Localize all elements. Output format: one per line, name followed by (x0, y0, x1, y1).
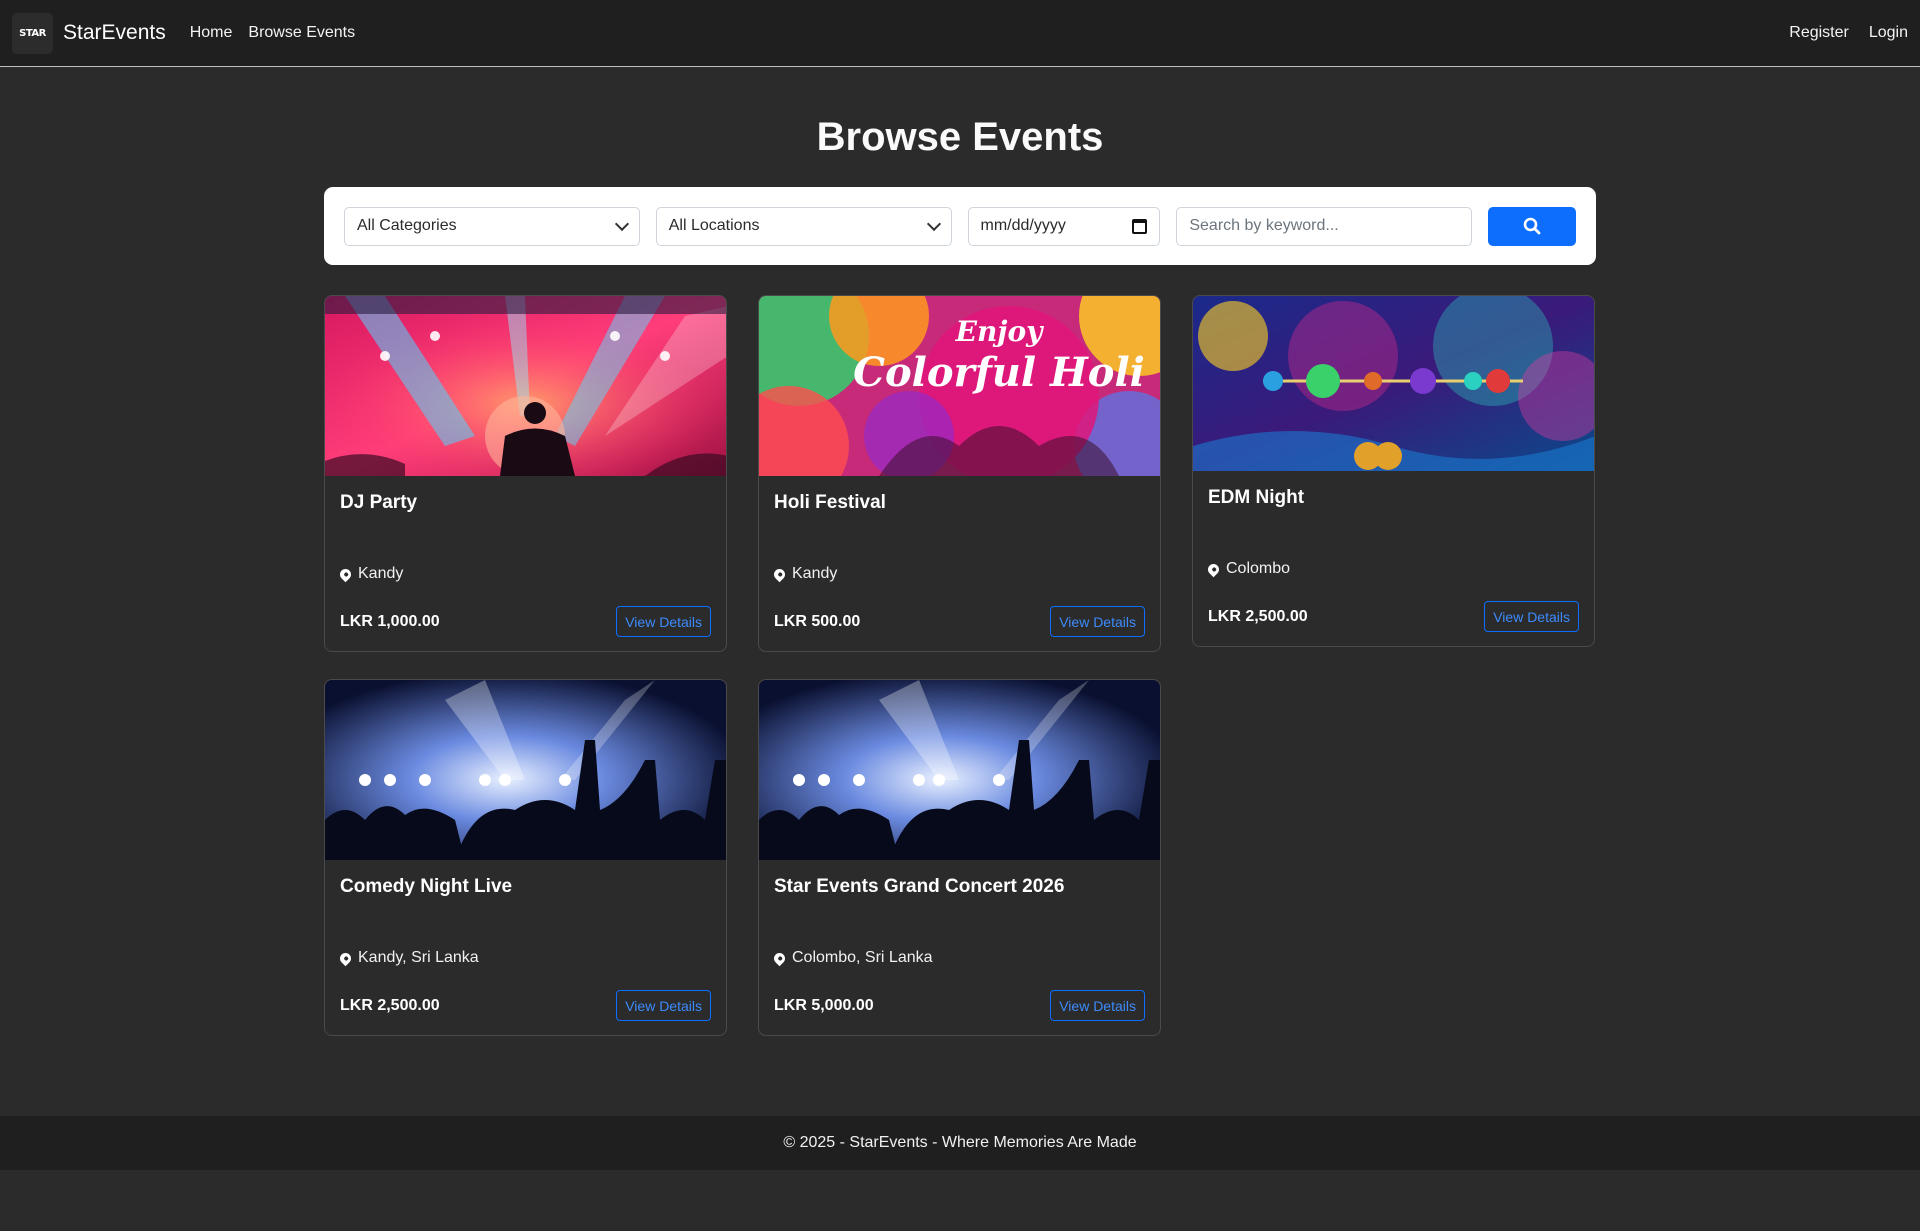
event-date (340, 526, 711, 544)
event-card: EDM Night Colombo LKR 2,500.00 View Deta… (1192, 295, 1595, 647)
event-price: LKR 1,000.00 (340, 612, 440, 630)
footer-text: © 2025 - StarEvents - Where Memories Are… (783, 1134, 1137, 1151)
event-location-text: Colombo (1226, 560, 1291, 577)
event-location-text: Kandy, Sri Lanka (358, 949, 479, 966)
chevron-down-icon (926, 216, 941, 231)
event-price: LKR 2,500.00 (340, 996, 440, 1014)
category-value: All Categories (357, 217, 457, 234)
event-title: Holi Festival (774, 492, 886, 513)
logo-text: STAR (19, 27, 46, 39)
event-location-text: Colombo, Sri Lanka (792, 949, 933, 966)
event-image (759, 680, 1160, 860)
event-date (774, 910, 1145, 928)
search-button[interactable] (1488, 206, 1577, 246)
event-price: LKR 500.00 (774, 612, 861, 630)
brand-name[interactable]: StarEvents (63, 21, 166, 45)
nav-login[interactable]: Login (1869, 24, 1908, 42)
brand-logo[interactable]: STAR (12, 12, 53, 54)
view-details-button[interactable]: View Details (1050, 990, 1145, 1021)
event-image: Enjoy Colorful Holi (759, 296, 1160, 476)
event-image (325, 680, 726, 860)
date-placeholder: mm/dd/yyyy (980, 217, 1066, 234)
filter-bar: All Categories All Locations mm/dd/yyyy … (324, 187, 1596, 265)
event-card: Comedy Night Live Kandy, Sri Lanka LKR 2… (324, 679, 727, 1036)
nav-register[interactable]: Register (1789, 24, 1849, 42)
search-icon (1523, 217, 1541, 235)
view-details-button[interactable]: View Details (1050, 606, 1145, 637)
event-card: DJ Party Kandy LKR 1,000.00 View Details (324, 295, 727, 652)
location-pin-icon (771, 566, 788, 582)
location-value: All Locations (668, 217, 760, 234)
event-title: Star Events Grand Concert 2026 (774, 876, 1065, 897)
nav-browse-events[interactable]: Browse Events (248, 24, 355, 42)
event-location: Colombo (1205, 559, 1579, 579)
holi-image-text-2: Colorful Holi (853, 349, 1145, 396)
event-title: Comedy Night Live (340, 876, 513, 897)
calendar-icon[interactable] (1132, 218, 1148, 234)
nav-home[interactable]: Home (190, 24, 233, 42)
event-price: LKR 5,000.00 (774, 996, 874, 1014)
chevron-down-icon (614, 216, 629, 231)
navbar: STAR StarEvents Home Browse Events Regis… (0, 0, 1920, 67)
event-location-text: Kandy (792, 565, 838, 582)
event-image (325, 296, 726, 476)
view-details-button[interactable]: View Details (616, 606, 711, 637)
location-pin-icon (1205, 561, 1222, 577)
page-title: Browse Events (816, 115, 1104, 159)
event-location: Kandy (771, 564, 1145, 584)
event-card: Enjoy Colorful Holi Holi Festival Kandy … (758, 295, 1161, 652)
holi-image-text-1: Enjoy (955, 315, 1045, 348)
event-date (1208, 521, 1579, 539)
event-card: Star Events Grand Concert 2026 Colombo, … (758, 679, 1161, 1036)
nav-right: Register Login (1769, 24, 1908, 42)
event-title: EDM Night (1208, 487, 1305, 508)
location-pin-icon (771, 950, 788, 966)
view-details-button[interactable]: View Details (616, 990, 711, 1021)
view-details-button[interactable]: View Details (1484, 601, 1579, 632)
event-location: Kandy (337, 564, 711, 584)
event-location: Kandy, Sri Lanka (337, 948, 711, 968)
event-date (774, 526, 1145, 544)
search-input[interactable]: Search by keyword... (1176, 206, 1473, 246)
location-pin-icon (337, 566, 354, 582)
footer: © 2025 - StarEvents - Where Memories Are… (0, 1116, 1920, 1170)
event-location: Colombo, Sri Lanka (771, 948, 1145, 968)
date-input[interactable]: mm/dd/yyyy (967, 206, 1161, 246)
event-date (340, 910, 711, 928)
event-price: LKR 2,500.00 (1208, 607, 1308, 625)
search-placeholder: Search by keyword... (1189, 217, 1339, 234)
event-location-text: Kandy (358, 565, 404, 582)
event-title: DJ Party (340, 492, 418, 513)
location-pin-icon (337, 950, 354, 966)
category-select[interactable]: All Categories (344, 206, 640, 246)
location-select[interactable]: All Locations (655, 206, 952, 246)
event-image (1193, 296, 1594, 471)
